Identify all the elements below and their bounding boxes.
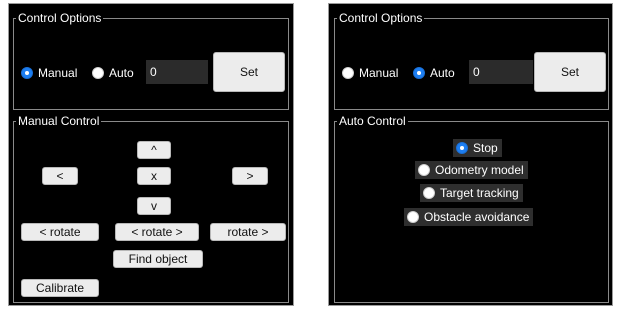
manual-control-group: Manual Control ^ < x > v < rotate < rota…: [13, 114, 289, 303]
manual-label: Manual: [38, 66, 78, 80]
stop-button[interactable]: x: [137, 167, 171, 185]
manual-radio[interactable]: Manual: [342, 66, 398, 80]
radio-unselected-icon: [418, 164, 430, 176]
move-forward-button[interactable]: ^: [137, 141, 171, 159]
set-button[interactable]: Set: [534, 52, 606, 92]
radio-unselected-icon: [407, 211, 419, 223]
radio-selected-icon: [456, 142, 468, 154]
manual-radio[interactable]: Manual: [21, 66, 77, 80]
auto-label: Auto: [430, 66, 455, 80]
rotate-left-button[interactable]: < rotate: [21, 223, 99, 241]
target-tracking-option[interactable]: Target tracking: [420, 184, 523, 202]
stop-option[interactable]: Stop: [453, 139, 502, 157]
radio-selected-icon: [21, 67, 33, 79]
rotate-both-button[interactable]: < rotate >: [115, 223, 199, 241]
control-options-title: Control Options: [337, 11, 425, 25]
left-panel: Control Options Manual Auto 0 Set Manual…: [8, 3, 294, 306]
auto-control-group: Auto Control Stop Odometry model Target …: [334, 114, 609, 303]
right-panel: Control Options Manual Auto 0 Set Auto C…: [328, 3, 613, 306]
odometry-model-option-label: Odometry model: [435, 163, 524, 177]
calibrate-button[interactable]: Calibrate: [21, 279, 99, 297]
value-input[interactable]: 0: [469, 60, 533, 84]
set-button[interactable]: Set: [213, 52, 285, 92]
control-options-group: Control Options Manual Auto 0 Set: [13, 11, 289, 110]
auto-radio[interactable]: Auto: [92, 66, 134, 80]
control-options-group: Control Options Manual Auto 0 Set: [334, 11, 609, 110]
turn-right-button[interactable]: >: [232, 167, 268, 185]
rotate-right-button[interactable]: rotate >: [210, 223, 286, 241]
auto-radio[interactable]: Auto: [413, 66, 455, 80]
auto-control-title: Auto Control: [337, 114, 408, 128]
find-object-button[interactable]: Find object: [113, 250, 203, 268]
auto-label: Auto: [109, 66, 134, 80]
manual-label: Manual: [359, 66, 399, 80]
radio-unselected-icon: [92, 67, 104, 79]
obstacle-avoidance-option[interactable]: Obstacle avoidance: [404, 208, 534, 226]
target-tracking-option-label: Target tracking: [440, 186, 519, 200]
obstacle-avoidance-option-label: Obstacle avoidance: [424, 210, 530, 224]
value-input[interactable]: 0: [146, 60, 208, 84]
turn-left-button[interactable]: <: [42, 167, 78, 185]
radio-selected-icon: [413, 67, 425, 79]
move-backward-button[interactable]: v: [137, 197, 171, 215]
radio-unselected-icon: [342, 67, 354, 79]
stop-option-label: Stop: [473, 141, 498, 155]
odometry-model-option[interactable]: Odometry model: [415, 161, 528, 179]
control-options-title: Control Options: [16, 11, 104, 25]
manual-control-title: Manual Control: [16, 114, 102, 128]
radio-unselected-icon: [423, 187, 435, 199]
